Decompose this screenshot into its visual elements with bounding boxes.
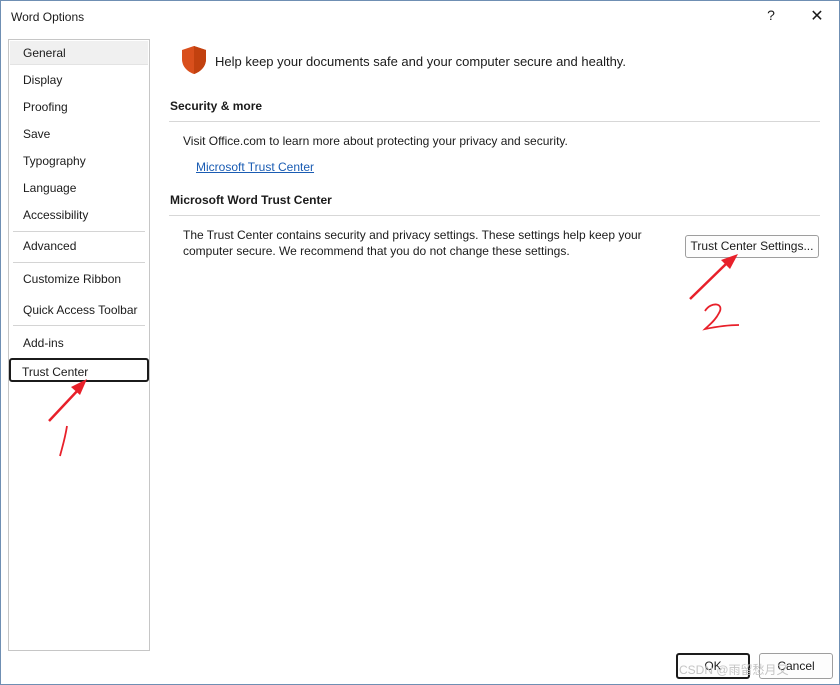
sidebar-item-accessibility[interactable]: Accessibility <box>10 203 148 227</box>
watermark: CSDN @雨留愁月又 <box>679 663 789 677</box>
intro-text: Help keep your documents safe and your c… <box>215 54 626 69</box>
sidebar-item-add-ins[interactable]: Add-ins <box>10 331 148 355</box>
sidebar-item-language[interactable]: Language <box>10 176 148 200</box>
title-bar: Word Options ? ✕ <box>1 1 839 33</box>
section-divider <box>169 121 820 122</box>
sidebar-item-quick-access-toolbar[interactable]: Quick Access Toolbar <box>10 298 148 322</box>
trust-center-settings-button[interactable]: Trust Center Settings... <box>685 235 819 258</box>
help-icon[interactable]: ? <box>763 7 779 27</box>
security-description: Visit Office.com to learn more about pro… <box>183 134 568 148</box>
sidebar-item-general[interactable]: General <box>10 41 148 65</box>
trust-center-description-line2: computer secure. We recommend that you d… <box>183 244 570 258</box>
security-section-heading: Security & more <box>170 99 263 113</box>
window-title: Word Options <box>11 10 85 24</box>
sidebar-divider <box>13 231 145 232</box>
sidebar-divider <box>13 325 145 326</box>
main-panel: Help keep your documents safe and your c… <box>169 39 821 639</box>
sidebar-item-display[interactable]: Display <box>10 68 148 92</box>
sidebar: General Display Proofing Save Typography… <box>8 39 150 651</box>
close-icon[interactable]: ✕ <box>807 6 827 26</box>
sidebar-item-advanced[interactable]: Advanced <box>10 234 148 258</box>
sidebar-item-save[interactable]: Save <box>10 122 148 146</box>
sidebar-divider <box>13 262 145 263</box>
microsoft-trust-center-link[interactable]: Microsoft Trust Center <box>196 160 314 174</box>
trust-center-description-line1: The Trust Center contains security and p… <box>183 228 642 242</box>
word-options-dialog: Word Options ? ✕ General Display Proofin… <box>0 0 840 685</box>
section-divider <box>169 215 820 216</box>
sidebar-item-trust-center[interactable]: Trust Center <box>9 358 149 382</box>
sidebar-item-proofing[interactable]: Proofing <box>10 95 148 119</box>
trust-center-section-heading: Microsoft Word Trust Center <box>170 193 332 207</box>
shield-icon <box>182 46 206 74</box>
sidebar-item-customize-ribbon[interactable]: Customize Ribbon <box>10 267 148 291</box>
sidebar-item-typography[interactable]: Typography <box>10 149 148 173</box>
